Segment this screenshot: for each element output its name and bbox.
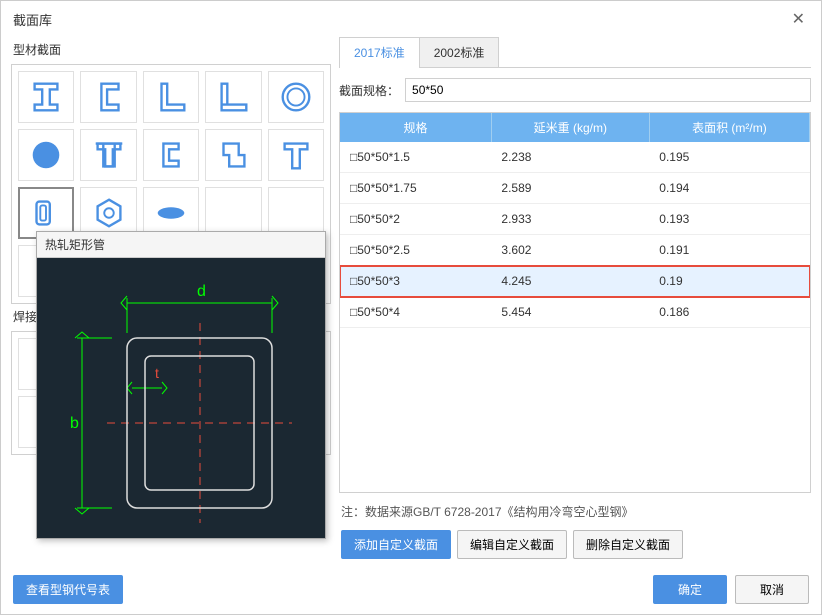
- spec-filter-input[interactable]: [405, 78, 811, 102]
- shape-t[interactable]: [80, 129, 136, 181]
- shape-tee[interactable]: [268, 129, 324, 181]
- table-row[interactable]: □50*50*22.9330.193: [340, 204, 810, 235]
- dim-b-label: b: [70, 415, 79, 432]
- table-row[interactable]: □50*50*34.2450.19: [340, 266, 810, 297]
- shape-i-beam[interactable]: [18, 71, 74, 123]
- shape-z[interactable]: [205, 129, 261, 181]
- table-row[interactable]: □50*50*1.52.2380.195: [340, 142, 810, 173]
- col-spec: 规格: [340, 113, 491, 142]
- spec-table: 规格 延米重 (kg/m) 表面积 (m²/m) □50*50*1.52.238…: [339, 112, 811, 493]
- shape-c[interactable]: [143, 129, 199, 181]
- tab-2002[interactable]: 2002标准: [419, 37, 500, 67]
- cancel-button[interactable]: 取消: [735, 575, 809, 604]
- shape-circle-solid[interactable]: [18, 129, 74, 181]
- shape-angle2[interactable]: [205, 71, 261, 123]
- col-weight: 延米重 (kg/m): [491, 113, 649, 142]
- shape-channel[interactable]: [80, 71, 136, 123]
- tab-2017[interactable]: 2017标准: [339, 37, 420, 67]
- data-source-note: 注：数据来源GB/T 6728-2017《结构用冷弯空心型钢》: [339, 493, 811, 524]
- table-row[interactable]: □50*50*1.752.5890.194: [340, 173, 810, 204]
- title-bar: 截面库 ✕: [1, 1, 821, 37]
- col-area: 表面积 (m²/m): [649, 113, 809, 142]
- standard-tabs: 2017标准 2002标准: [339, 37, 811, 68]
- table-row[interactable]: □50*50*45.4540.186: [340, 297, 810, 328]
- shape-angle[interactable]: [143, 71, 199, 123]
- view-steel-code-table-button[interactable]: 查看型钢代号表: [13, 575, 123, 604]
- profile-section-label: 型材截面: [13, 41, 331, 58]
- shape-preview-tooltip: 热轧矩形管 d b t: [36, 231, 326, 539]
- dim-d-label: d: [197, 283, 206, 300]
- dialog-title: 截面库: [13, 10, 52, 29]
- delete-custom-section-button[interactable]: 删除自定义截面: [573, 530, 683, 559]
- filter-label: 截面规格：: [339, 82, 399, 99]
- shape-circle-tube[interactable]: [268, 71, 324, 123]
- add-custom-section-button[interactable]: 添加自定义截面: [341, 530, 451, 559]
- table-row[interactable]: □50*50*2.53.6020.191: [340, 235, 810, 266]
- section-library-dialog: 截面库 ✕ 型材截面: [0, 0, 822, 615]
- tooltip-diagram: d b t: [37, 258, 325, 538]
- tooltip-title: 热轧矩形管: [37, 232, 325, 258]
- edit-custom-section-button[interactable]: 编辑自定义截面: [457, 530, 567, 559]
- dim-t-label: t: [155, 365, 159, 381]
- close-icon[interactable]: ✕: [788, 9, 809, 29]
- ok-button[interactable]: 确定: [653, 575, 727, 604]
